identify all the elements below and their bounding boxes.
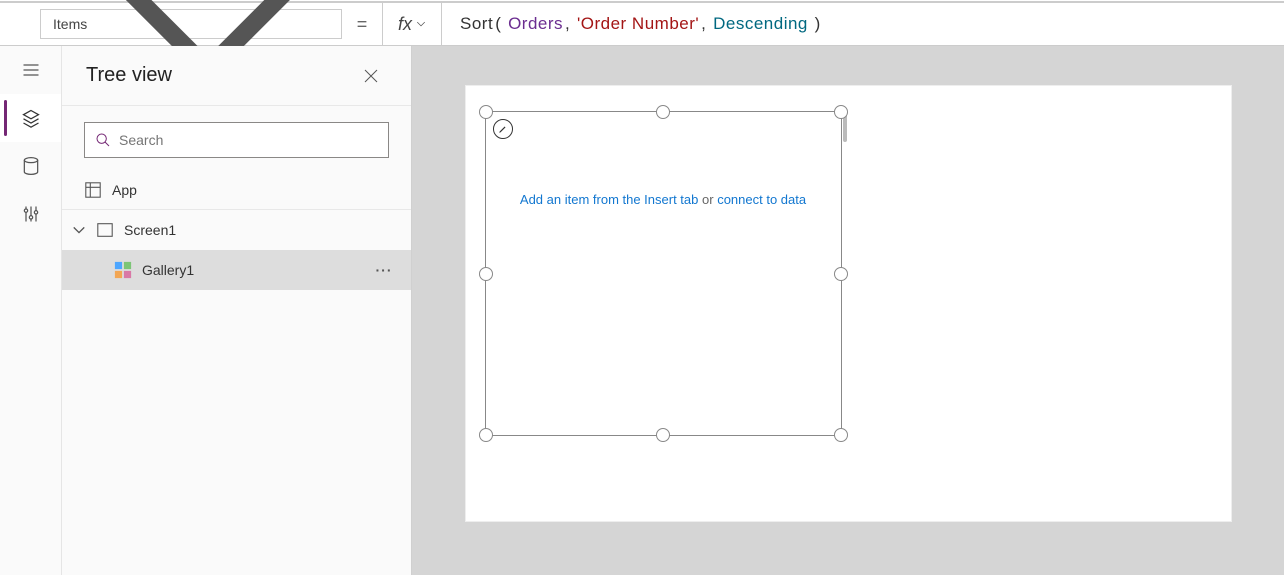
tree-node-screen[interactable]: Screen1 [62,210,411,250]
hamburger-icon [21,60,41,80]
tree-view-title: Tree view [86,64,355,87]
search-input[interactable] [119,132,378,148]
tree-node-label: Gallery1 [142,262,359,278]
resize-handle[interactable] [834,428,848,442]
chevron-down-icon [72,223,86,237]
tree-node-gallery[interactable]: Gallery1 ··· [62,250,411,290]
layers-icon [21,108,41,128]
data-tab[interactable] [0,142,61,190]
more-options-button[interactable]: ··· [369,262,399,278]
formula-token-comma: , [701,14,706,34]
formula-token-comma: , [565,14,570,34]
formula-token-open: ( [495,14,501,34]
side-rail [0,46,62,575]
connect-data-link[interactable]: connect to data [717,192,806,207]
gallery-empty-hint: Add an item from the Insert tab or conne… [486,192,841,207]
formula-token-close: ) [815,14,821,34]
edit-gallery-button[interactable] [493,119,513,139]
tree-view-tab[interactable] [0,94,61,142]
insert-hint-link[interactable]: Add an item from the Insert tab [520,192,698,207]
chevron-down-icon [416,19,426,29]
search-box[interactable] [84,122,389,158]
screen-artboard[interactable]: Add an item from the Insert tab or conne… [466,86,1231,521]
app-icon [84,181,102,199]
resize-handle[interactable] [479,267,493,281]
database-icon [21,156,41,176]
sliders-icon [21,204,41,224]
property-dropdown[interactable]: Items [40,9,342,39]
resize-handle[interactable] [479,105,493,119]
tree-node-label: Screen1 [124,222,399,238]
close-panel-button[interactable] [355,60,387,92]
resize-handle[interactable] [834,267,848,281]
resize-handle[interactable] [656,105,670,119]
formula-token-fn: Sort [460,14,493,34]
formula-token-keyword: Descending [713,14,808,34]
search-container [62,106,411,170]
equals-label: = [342,3,382,45]
tree-node-label: App [112,182,399,198]
hamburger-button[interactable] [0,46,61,94]
resize-handle[interactable] [656,428,670,442]
gallery-icon [114,261,132,279]
property-name: Items [53,16,87,32]
advanced-tools-tab[interactable] [0,190,61,238]
formula-token-string: 'Order Number' [577,14,699,34]
search-icon [95,132,111,148]
resize-handle[interactable] [834,105,848,119]
expand-toggle[interactable] [72,223,86,237]
fx-button[interactable]: fx [382,3,442,45]
formula-bar: Items = fx Sort ( Orders , 'Order Number… [0,1,1284,46]
tree-view-header: Tree view [62,46,411,106]
formula-token-ref: Orders [508,14,563,34]
formula-input[interactable]: Sort ( Orders , 'Order Number' , Descend… [442,3,1284,45]
gallery-selection-box[interactable]: Add an item from the Insert tab or conne… [485,111,842,436]
screen-icon [96,221,114,239]
resize-handle[interactable] [479,428,493,442]
fx-label: fx [398,14,412,35]
close-icon [363,68,379,84]
pencil-icon [498,124,508,134]
tree-node-app[interactable]: App [62,170,411,210]
hint-plain-text: or [698,192,717,207]
canvas-area: Add an item from the Insert tab or conne… [412,46,1284,575]
tree-view-panel: Tree view App Screen1 Gallery1 ··· [62,46,412,575]
